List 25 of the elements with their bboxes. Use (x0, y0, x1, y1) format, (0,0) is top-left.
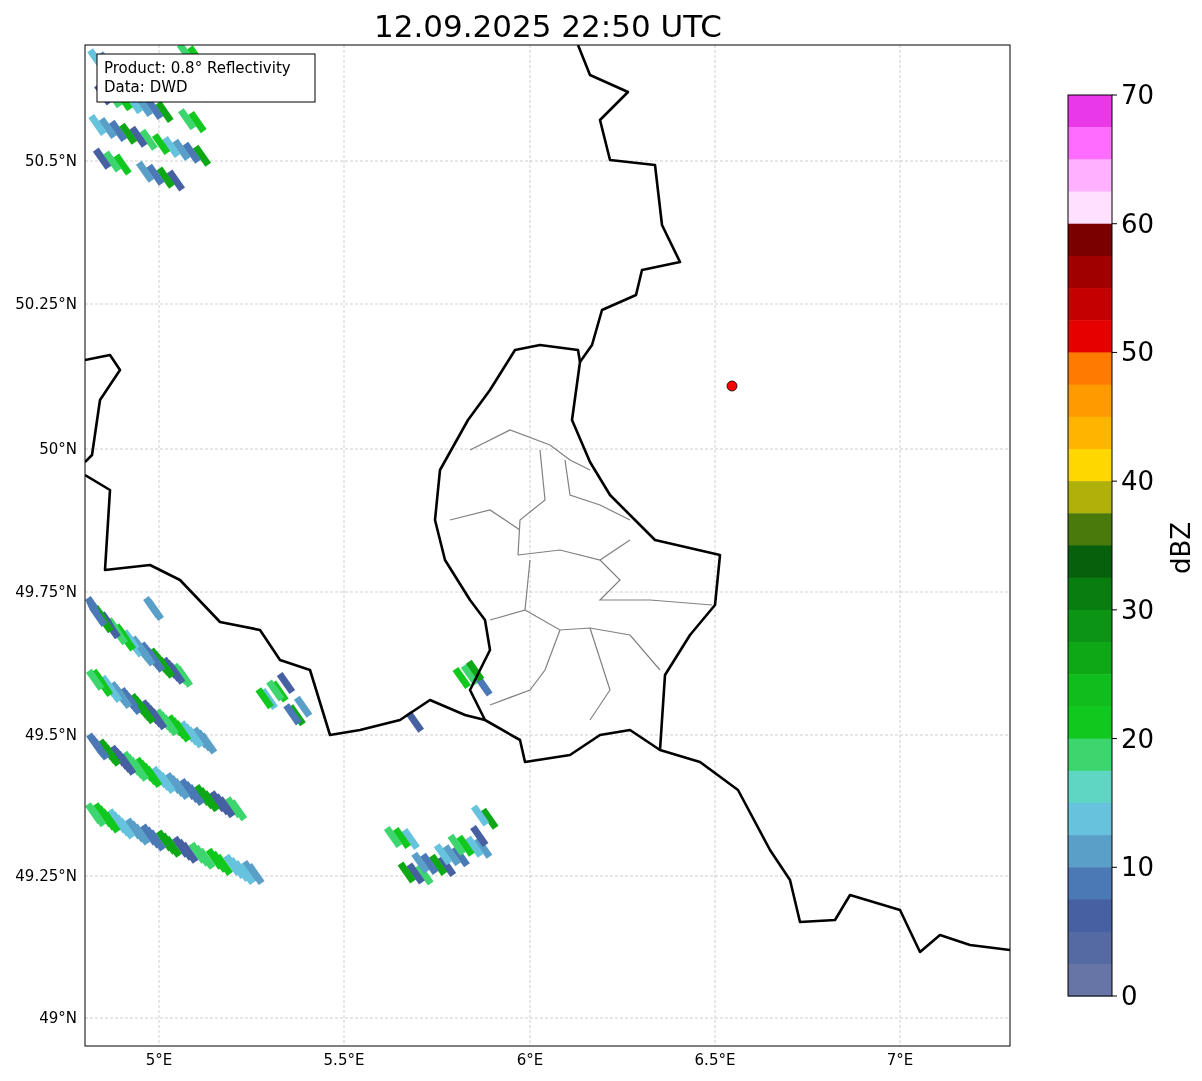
longitude-label: 5.5°E (323, 1051, 365, 1069)
latitude-label: 49°N (39, 1009, 77, 1027)
colorbar-tick-label: 20 (1121, 723, 1155, 754)
latitude-label: 49.75°N (15, 583, 77, 601)
colorbar-tick-label: 40 (1121, 466, 1155, 497)
latitude-label: 49.25°N (15, 867, 77, 885)
longitude-label: 7°E (886, 1051, 914, 1069)
longitude-label: 5°E (145, 1051, 173, 1069)
colorbar-label: dBZ (1166, 521, 1196, 575)
colorbar-tick-label: 60 (1121, 208, 1155, 239)
longitude-label: 6°E (516, 1051, 544, 1069)
info-text: Data: DWD (104, 78, 188, 96)
colorbar-tick-label: 70 (1121, 80, 1155, 110)
colorbar-tick-label: 10 (1121, 852, 1155, 883)
info-text: Product: 0.8° Reflectivity (104, 59, 291, 77)
radar-site-marker (726, 380, 738, 392)
colorbar-tick-label: 50 (1121, 337, 1155, 368)
latitude-label: 50.5°N (24, 152, 77, 170)
colorbar-tick-label: 0 (1121, 981, 1138, 1011)
longitude-label: 6.5°E (694, 1051, 736, 1069)
map-title: 12.09.2025 22:50 UTC (374, 8, 722, 44)
colorbar-tick-label: 30 (1121, 594, 1155, 625)
latitude-label: 50.25°N (15, 295, 77, 313)
latitude-label: 49.5°N (24, 726, 77, 744)
latitude-label: 50°N (39, 440, 77, 458)
